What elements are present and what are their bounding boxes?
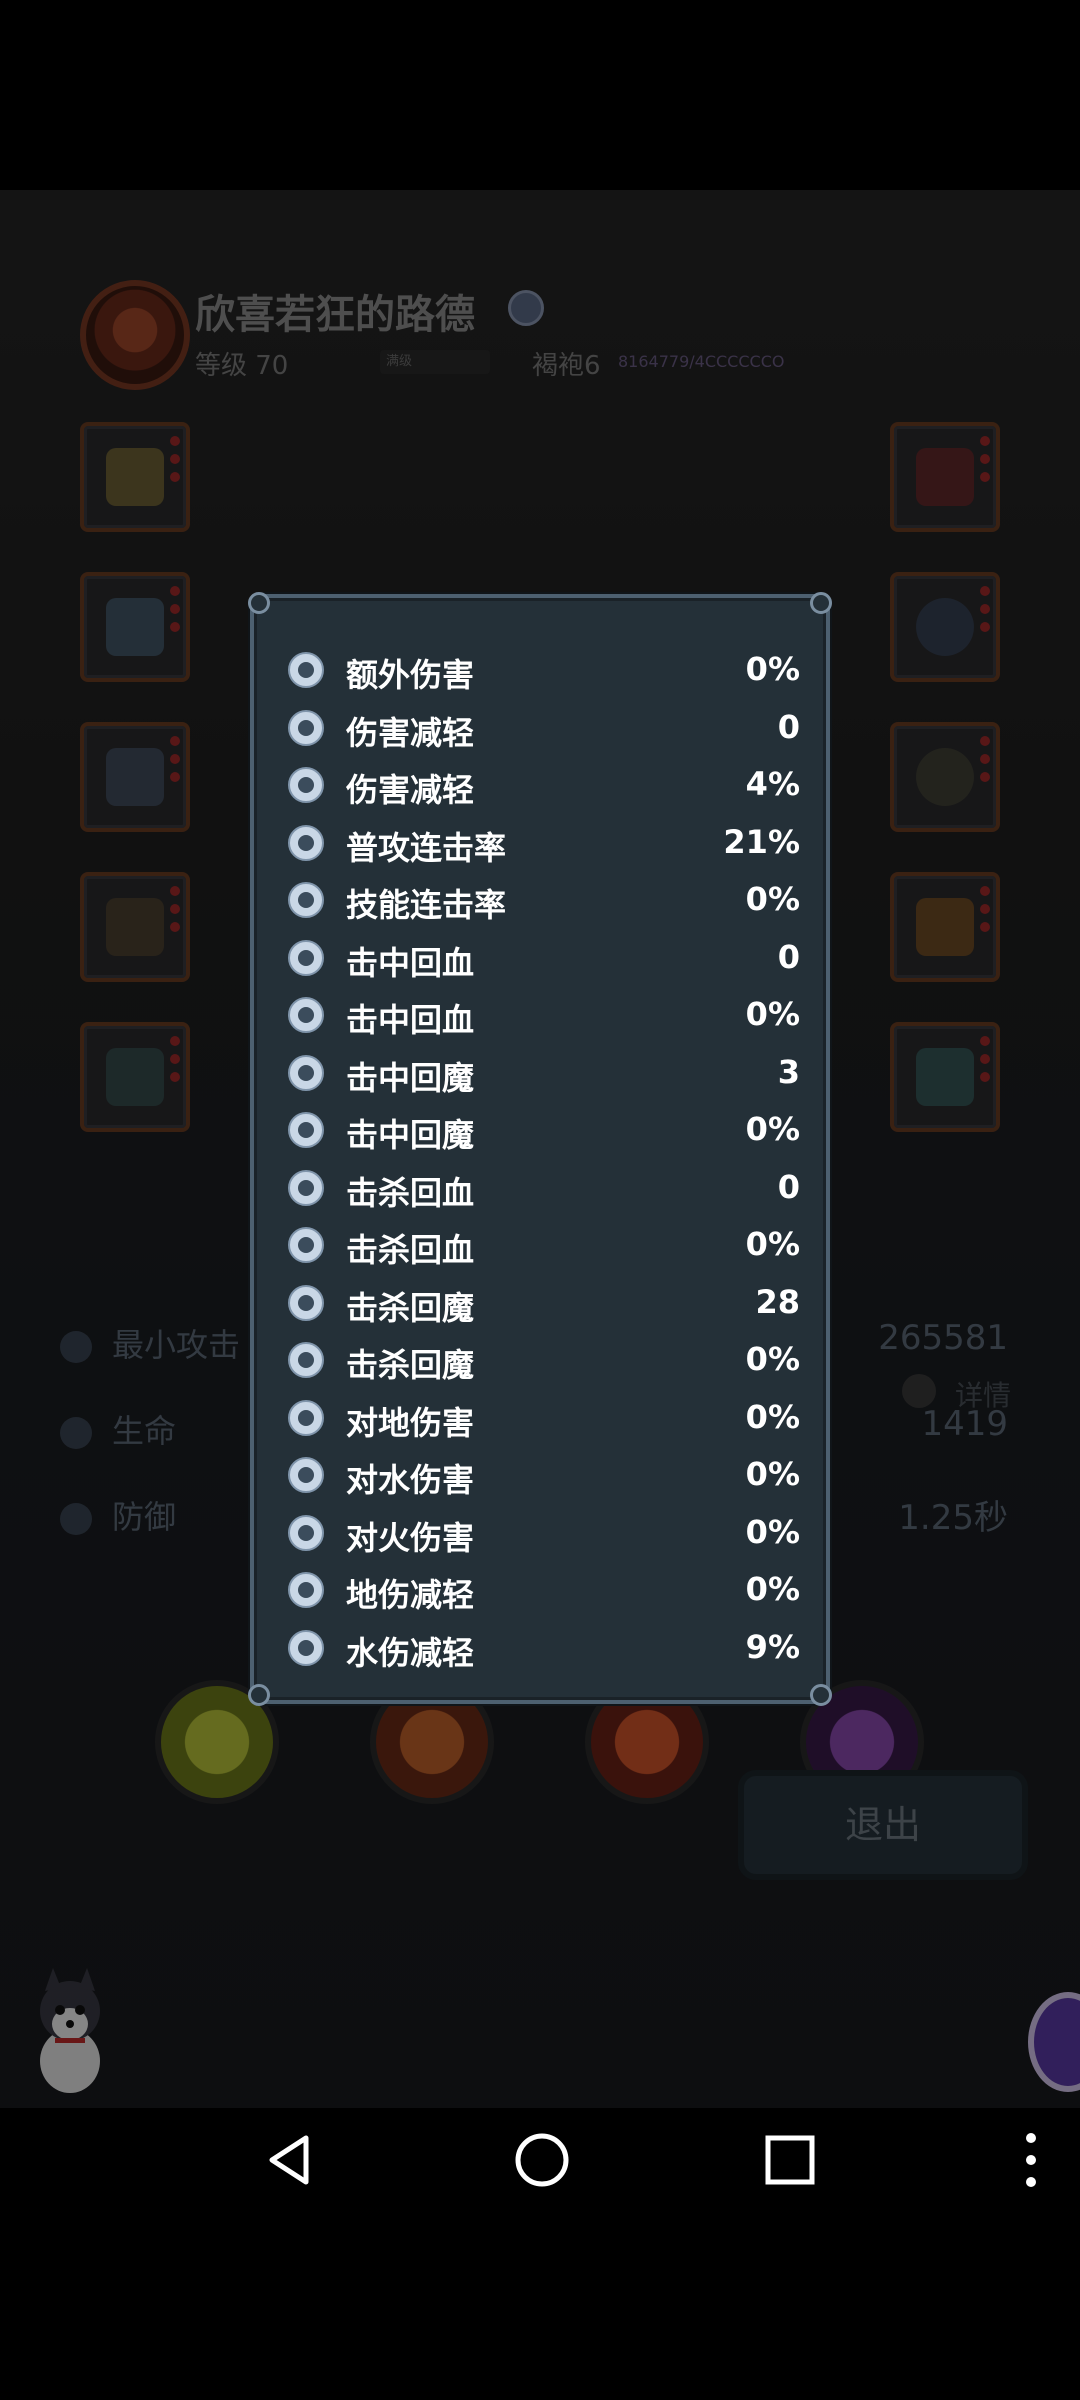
- slot-weapon[interactable]: [80, 872, 190, 982]
- pet-husky-icon[interactable]: [25, 1966, 115, 2096]
- slot-helmet[interactable]: [80, 422, 190, 532]
- kill-mana-pct-icon: [288, 1342, 324, 1378]
- robe-code: 8164779/4CCCCCCO: [618, 352, 785, 371]
- slot-cloak[interactable]: [80, 1022, 190, 1132]
- status-bar-area: [0, 0, 1080, 190]
- stat-row: 击杀回血 0%: [288, 1217, 800, 1273]
- stat-row: 击中回血 0: [288, 930, 800, 986]
- armor-icon: [106, 598, 164, 656]
- stats-panel: 额外伤害 0% 伤害减轻 0 伤害减轻 4% 普攻连击率 21% 技能连击率 0% 击中回…: [248, 592, 832, 1706]
- kill-heal-icon: [288, 1169, 324, 1206]
- exit-button[interactable]: 退出: [738, 1770, 1028, 1880]
- damage-reduce-icon: [288, 709, 324, 746]
- player-level: 等级 70: [195, 351, 289, 381]
- weapon-icon: [106, 898, 164, 956]
- bg-stat-life: 生命: [60, 1406, 176, 1452]
- robe-label: 褐袍6: [532, 351, 601, 381]
- extra-damage-icon: [288, 652, 324, 688]
- vip-badge-button[interactable]: [1028, 1992, 1080, 2092]
- robe-icon: [916, 1048, 974, 1106]
- stat-row: 击杀回魔 0%: [288, 1332, 800, 1388]
- recents-icon[interactable]: [764, 2134, 816, 2186]
- cloak-icon: [106, 1048, 164, 1106]
- hit-heal-pct-icon: [288, 997, 324, 1033]
- stat-row: 击中回魔 0%: [288, 1102, 800, 1158]
- player-emblem: [80, 280, 190, 390]
- stat-row: 击杀回血 0: [288, 1160, 800, 1216]
- stat-row: 伤害减轻 0: [288, 700, 800, 756]
- player-name: 欣喜若狂的路德: [195, 292, 475, 338]
- shield-icon: [60, 1503, 92, 1535]
- stat-row: 击中回血 0%: [288, 987, 800, 1043]
- home-icon[interactable]: [512, 2130, 572, 2190]
- stat-row: 对火伤害 0%: [288, 1505, 800, 1561]
- stat-row: 地伤减轻 0%: [288, 1562, 800, 1618]
- water-resist-icon: [288, 1629, 324, 1666]
- slot-amulet[interactable]: [890, 872, 1000, 982]
- boots-icon: [106, 748, 164, 806]
- axe-icon: [916, 448, 974, 506]
- necklace-icon: [916, 748, 974, 806]
- slot-robe[interactable]: [890, 1022, 1000, 1132]
- title-badge-icon[interactable]: [508, 290, 544, 326]
- sword-icon: [60, 1331, 92, 1363]
- stat-row: 伤害减轻 4%: [288, 757, 800, 813]
- bg-stat-defense-value: 1.25秒: [898, 1498, 1008, 1538]
- bg-stat-attack: 最小攻击: [60, 1320, 240, 1366]
- slot-necklace[interactable]: [890, 722, 1000, 832]
- stat-row: 水伤减轻 9%: [288, 1620, 800, 1676]
- fire-damage-icon: [288, 1514, 324, 1551]
- skill-combo-icon: [288, 882, 324, 918]
- bg-stat-defense: 防御: [60, 1492, 176, 1538]
- heart-icon: [60, 1417, 92, 1449]
- kill-mana-icon: [288, 1284, 324, 1321]
- stat-row: 击杀回魔 28: [288, 1275, 800, 1331]
- stat-row: 对水伤害 0%: [288, 1447, 800, 1503]
- gear-icon: [916, 598, 974, 656]
- info-icon[interactable]: [902, 1374, 936, 1408]
- exp-bar: 满级: [380, 350, 490, 374]
- earth-damage-icon: [288, 1399, 324, 1436]
- earth-resist-icon: [288, 1572, 324, 1608]
- hit-mana-icon: [288, 1054, 324, 1091]
- helmet-icon: [106, 448, 164, 506]
- combo-icon: [288, 824, 324, 861]
- slot-gear[interactable]: [890, 572, 1000, 682]
- damage-reduce-pct-icon: [288, 767, 324, 803]
- bg-stat-attack-value: 265581: [878, 1318, 1008, 1358]
- amulet-icon: [916, 898, 974, 956]
- stat-row: 击中回魔 3: [288, 1045, 800, 1101]
- more-icon[interactable]: [1016, 2128, 1046, 2192]
- hit-heal-icon: [288, 939, 324, 976]
- stat-row: 技能连击率 0%: [288, 872, 800, 928]
- stat-row: 普攻连击率 21%: [288, 815, 800, 871]
- slot-axe[interactable]: [890, 422, 1000, 532]
- stat-row: 额外伤害 0%: [288, 642, 800, 698]
- slot-armor[interactable]: [80, 572, 190, 682]
- hit-mana-pct-icon: [288, 1112, 324, 1148]
- water-damage-icon: [288, 1457, 324, 1493]
- detail-link[interactable]: 详情: [955, 1374, 1011, 1414]
- kill-heal-pct-icon: [288, 1227, 324, 1263]
- stat-row: 对地伤害 0%: [288, 1390, 800, 1446]
- slot-boots[interactable]: [80, 722, 190, 832]
- back-icon[interactable]: [262, 2132, 318, 2188]
